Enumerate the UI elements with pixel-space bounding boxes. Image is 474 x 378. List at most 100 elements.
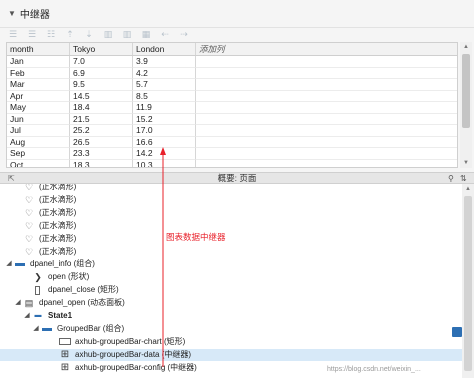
table-cell[interactable]: 14.2 — [133, 148, 196, 160]
column-header[interactable]: month — [7, 43, 70, 55]
table-cell[interactable]: Jan — [7, 56, 70, 68]
expand-toggle-icon[interactable]: ◢ — [4, 258, 14, 270]
table-cell[interactable] — [196, 137, 457, 148]
scroll-up-icon[interactable]: ▲ — [462, 184, 474, 194]
scroll-down-icon[interactable]: ▼ — [460, 158, 472, 168]
table-row[interactable]: Jul 25.2 17.0 — [7, 125, 457, 137]
table-row[interactable]: Aug 26.5 16.6 — [7, 136, 457, 148]
table-row[interactable]: Oct 18.3 10.3 — [7, 159, 457, 168]
table-cell[interactable]: 3.9 — [133, 56, 196, 68]
caret-down-icon[interactable]: ▼ — [8, 9, 16, 18]
outline-scrollbar[interactable]: ▲ — [462, 184, 474, 378]
delete-row-icon[interactable]: ☷ — [44, 29, 58, 41]
table-cell[interactable] — [196, 91, 457, 102]
filter-icon[interactable]: ⚲ — [448, 173, 454, 184]
table-cell[interactable]: 9.5 — [70, 79, 133, 91]
outline-item-label: (正水滴形) — [39, 233, 77, 243]
outline-item[interactable]: ♡ (正水滴形) — [0, 184, 462, 193]
grid-scrollbar[interactable]: ▲ ▼ — [460, 42, 472, 168]
table-cell[interactable]: 21.5 — [70, 113, 133, 125]
table-cell[interactable]: Apr — [7, 90, 70, 102]
insert-column-right-icon[interactable]: ▥ — [120, 29, 134, 41]
scroll-thumb[interactable] — [464, 196, 472, 371]
table-cell[interactable] — [196, 125, 457, 137]
table-cell[interactable]: Mar — [7, 79, 70, 91]
table-cell[interactable] — [196, 114, 457, 125]
droplet-shape-icon: ♡ — [24, 233, 34, 244]
table-cell[interactable]: Oct — [7, 159, 70, 167]
panel-header[interactable]: ▼ 中继器 — [0, 0, 474, 28]
outline-item[interactable]: ◢ ▬ dpanel_info (组合) — [0, 258, 462, 270]
table-cell[interactable]: 7.0 — [70, 56, 133, 68]
expand-toggle-icon[interactable]: ◢ — [31, 323, 41, 335]
column-header[interactable]: Tokyo — [70, 43, 133, 55]
table-cell[interactable]: 14.5 — [70, 90, 133, 102]
outline-item[interactable]: axhub-groupedBar-chart (矩形) — [0, 336, 462, 348]
table-row[interactable]: Jun 21.5 15.2 — [7, 113, 457, 125]
insert-row-below-icon[interactable]: ☰ — [25, 29, 39, 41]
outline-item[interactable]: ❯ open (形状) — [0, 271, 462, 283]
sort-icon[interactable]: ⇅ — [460, 173, 467, 184]
table-row[interactable]: May 18.4 11.9 — [7, 102, 457, 114]
table-cell[interactable]: 18.3 — [70, 159, 133, 167]
table-cell[interactable]: 5.7 — [133, 79, 196, 91]
column-left-icon[interactable]: ⇠ — [158, 29, 172, 41]
outline-item-label: (正水滴形) — [39, 220, 77, 230]
scroll-up-icon[interactable]: ▲ — [460, 42, 472, 52]
folder-icon: ▬ — [15, 258, 25, 270]
insert-column-left-icon[interactable]: ▥ — [101, 29, 115, 41]
table-cell[interactable]: 8.5 — [133, 90, 196, 102]
table-cell[interactable]: 25.2 — [70, 125, 133, 137]
table-cell[interactable]: Jul — [7, 125, 70, 137]
table-cell[interactable] — [196, 102, 457, 114]
repeater-data-grid[interactable]: month Tokyo London 添加列 Jan 7.0 3.9 Feb 6.9 4.… — [6, 42, 458, 168]
table-cell[interactable]: May — [7, 102, 70, 114]
outline-item[interactable]: dpanel_close (矩形) — [0, 284, 462, 296]
delete-column-icon[interactable]: ▦ — [139, 29, 153, 41]
table-cell[interactable] — [196, 148, 457, 160]
move-down-icon[interactable]: ⇣ — [82, 29, 96, 41]
outline-item[interactable]: ♡ (正水滴形) — [0, 233, 462, 245]
column-right-icon[interactable]: ⇢ — [177, 29, 191, 41]
table-cell[interactable] — [196, 56, 457, 68]
table-row[interactable]: Feb 6.9 4.2 — [7, 67, 457, 79]
table-cell[interactable]: 23.3 — [70, 148, 133, 160]
table-row[interactable]: Mar 9.5 5.7 — [7, 79, 457, 91]
table-cell[interactable]: 18.4 — [70, 102, 133, 114]
outline-item[interactable]: ♡ (正水滴形) — [0, 207, 462, 219]
table-cell[interactable]: 10.3 — [133, 159, 196, 167]
table-cell[interactable]: Aug — [7, 136, 70, 148]
table-cell[interactable]: 6.9 — [70, 67, 133, 79]
table-row[interactable]: Jan 7.0 3.9 — [7, 56, 457, 68]
outline-item[interactable]: ♡ (正水滴形) — [0, 246, 462, 258]
table-cell[interactable] — [196, 68, 457, 79]
table-cell[interactable] — [196, 79, 457, 91]
outline-item[interactable]: ◢ ▤ dpanel_open (动态面板) — [0, 297, 462, 309]
move-up-icon[interactable]: ⇡ — [63, 29, 77, 41]
column-header[interactable]: London — [133, 43, 196, 55]
table-row[interactable]: Apr 14.5 8.5 — [7, 90, 457, 102]
outline-item[interactable]: ◢ ▬ State1 — [0, 310, 462, 322]
table-row[interactable]: Sep 23.3 14.2 — [7, 148, 457, 160]
table-cell[interactable]: Feb — [7, 67, 70, 79]
outline-item[interactable]: ♡ (正水滴形) — [0, 194, 462, 206]
table-cell[interactable]: 16.6 — [133, 136, 196, 148]
outline-item[interactable]: ◢ ▬ GroupedBar (组合) — [0, 323, 462, 335]
table-cell[interactable]: 26.5 — [70, 136, 133, 148]
expand-toggle-icon[interactable]: ◢ — [22, 310, 32, 322]
scroll-thumb[interactable] — [462, 54, 470, 128]
add-column-button[interactable]: 添加列 — [196, 43, 457, 55]
outline-item[interactable]: ⊞ axhub-groupedBar-data (中继器) — [0, 348, 462, 361]
table-cell[interactable]: 17.0 — [133, 125, 196, 137]
expand-toggle-icon[interactable]: ◢ — [13, 297, 23, 309]
table-cell[interactable] — [196, 160, 457, 168]
table-cell[interactable]: Jun — [7, 113, 70, 125]
table-cell[interactable]: 15.2 — [133, 113, 196, 125]
footnote-badge-icon[interactable] — [452, 327, 462, 337]
table-cell[interactable]: 11.9 — [133, 102, 196, 114]
insert-row-above-icon[interactable]: ☰ — [6, 29, 20, 41]
droplet-shape-icon: ♡ — [24, 220, 34, 231]
outline-item[interactable]: ♡ (正水滴形) — [0, 220, 462, 232]
table-cell[interactable]: Sep — [7, 148, 70, 160]
table-cell[interactable]: 4.2 — [133, 67, 196, 79]
